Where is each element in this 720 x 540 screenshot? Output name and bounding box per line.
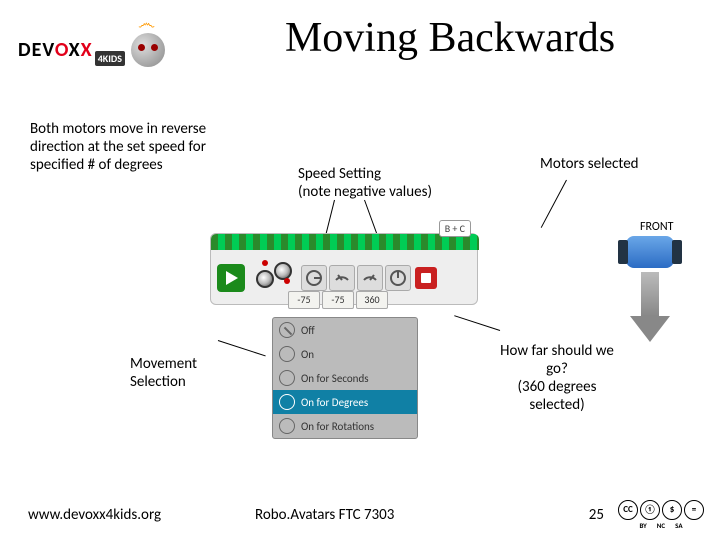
robot-top-icon — [626, 236, 674, 268]
rotations-icon — [279, 418, 295, 434]
dropdown-item-rotations: On for Rotations — [273, 414, 417, 438]
slide-title: Moving Backwards — [200, 14, 700, 62]
devoxx4kids-logo: DEVOXX 4KIDS ෴ — [18, 18, 183, 82]
caption-motors-selected: Motors selected — [540, 155, 690, 173]
port-indicator: B + C — [439, 220, 471, 237]
cc-license-badge: CC ① $ = BY NC SA — [612, 500, 710, 530]
value-degrees: 360 — [356, 291, 388, 309]
cc-by-icon: ① — [640, 500, 660, 520]
caption-speed-setting: Speed Setting (note negative values) — [298, 165, 488, 201]
degrees-icon — [385, 265, 411, 291]
parameter-icons — [301, 265, 411, 291]
caption-movement-selection: Movement Selection — [130, 355, 220, 391]
dropdown-item-off: Off — [273, 318, 417, 342]
caption-how-far: How far should we go? (360 degrees selec… — [492, 342, 622, 414]
speed-left-icon — [329, 265, 355, 291]
value-speed-left: -75 — [288, 291, 320, 309]
robot-head-icon — [131, 33, 165, 67]
on-icon — [279, 346, 295, 362]
mode-dropdown: Off On On for Seconds On for Degrees On … — [272, 317, 418, 439]
label-front: FRONT — [640, 220, 673, 234]
mode-icon — [301, 265, 327, 291]
logo-4kids: 4KIDS — [95, 51, 125, 66]
caption-description: Both motors move in reverse direction at… — [30, 120, 230, 174]
arrow-shaft — [641, 272, 659, 316]
cc-nc-icon: $ — [662, 500, 682, 520]
value-speed-right: -75 — [322, 291, 354, 309]
block-header — [211, 234, 479, 250]
dropdown-item-on: On — [273, 342, 417, 366]
robot-direction-diagram — [618, 236, 682, 356]
antenna-icon: ෴ — [138, 12, 155, 34]
arrow-down-icon — [630, 316, 670, 342]
parameter-values: -75 -75 360 — [288, 291, 388, 309]
cc-icon: CC — [618, 500, 638, 520]
ev3-block-figure: B + C -75 -75 360 Off On On for Seconds … — [210, 233, 478, 443]
footer-team: Robo.Avatars FTC 7303 — [255, 506, 394, 524]
cc-sa-icon: = — [684, 500, 704, 520]
off-icon — [279, 322, 295, 338]
logo-text: DEVOXX — [18, 38, 93, 62]
dropdown-item-degrees: On for Degrees — [273, 390, 417, 414]
stop-icon — [415, 267, 437, 289]
footer-url: www.devoxx4kids.org — [28, 506, 161, 524]
degrees-icon — [279, 394, 295, 410]
clock-icon — [279, 370, 295, 386]
pointer-line — [541, 180, 567, 228]
speed-right-icon — [357, 265, 383, 291]
dropdown-item-seconds: On for Seconds — [273, 366, 417, 390]
page-number: 25 — [589, 506, 604, 524]
play-icon — [217, 264, 245, 292]
